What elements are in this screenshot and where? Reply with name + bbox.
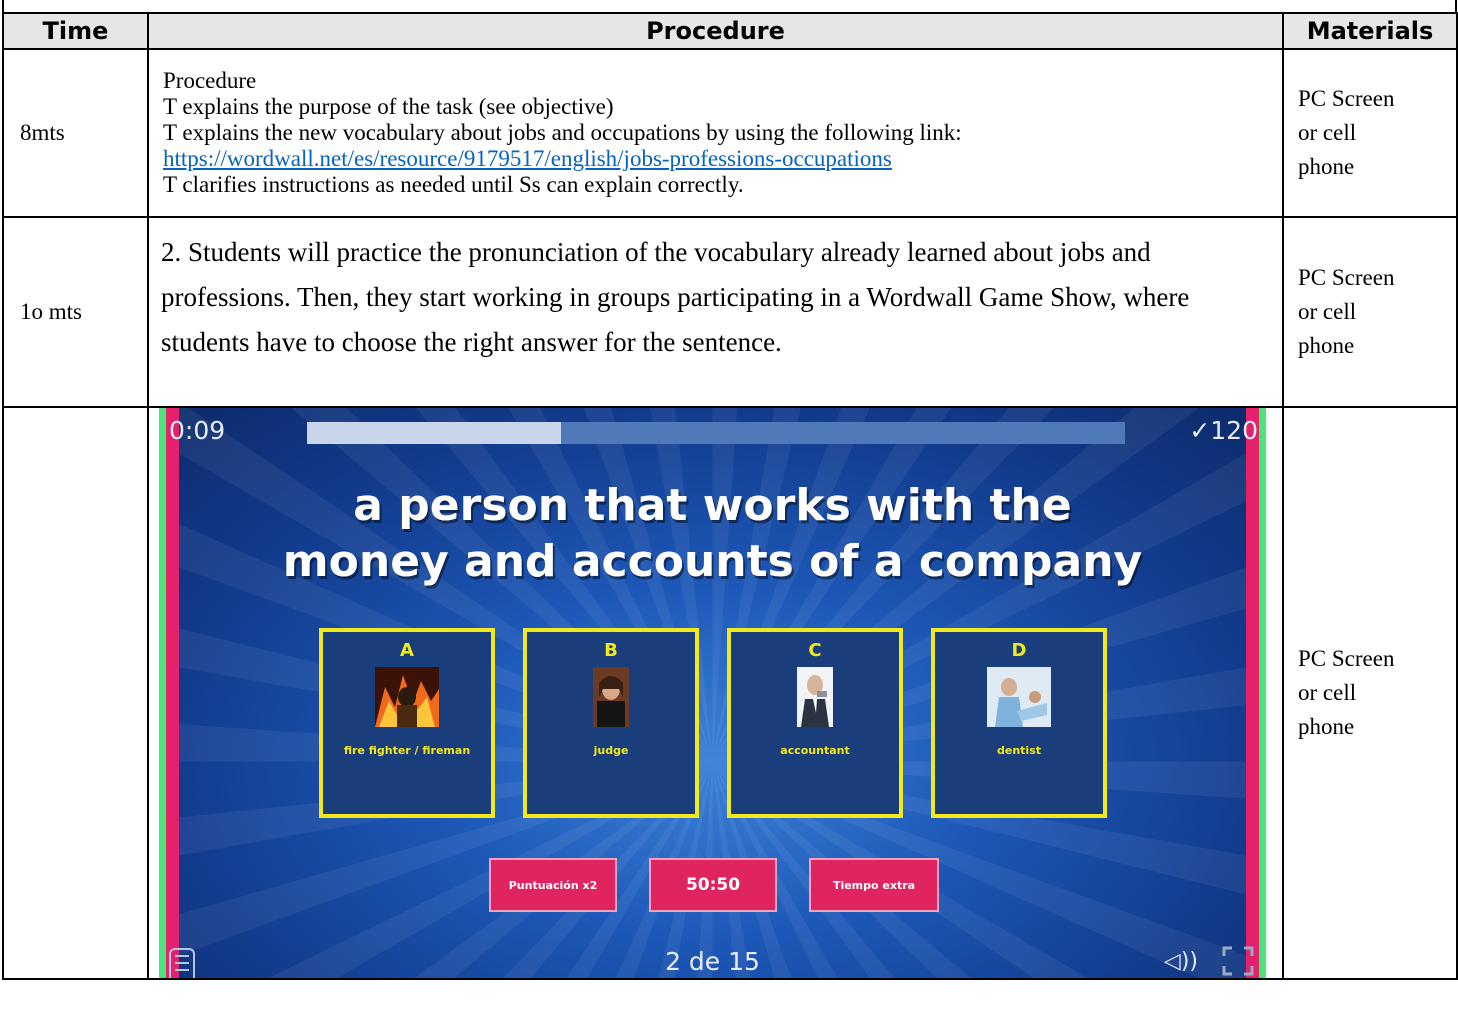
materials-line: PC Screen [1298,646,1395,671]
answer-letter: A [400,640,414,661]
sound-icon[interactable]: ◁)) [1164,949,1198,974]
answer-letter: C [808,640,822,661]
answer-option-d[interactable]: D dentist [931,628,1107,818]
materials-cell: PC Screen or cell phone [1282,48,1458,218]
answer-options: A fire fighter / fireman B judge C accou… [319,628,1109,818]
header-materials: Materials [1282,12,1458,50]
time-cell [2,406,149,980]
header-time: Time [2,12,149,50]
time-progress-fill [307,422,561,444]
answer-label: dentist [997,744,1041,757]
procedure-cell: 2. Students will practice the pronunciat… [147,216,1284,408]
procedure-line: T explains the new vocabulary about jobs… [163,120,962,145]
materials-line: or cell [1298,120,1357,145]
materials-line: PC Screen [1298,86,1395,111]
materials-line: or cell [1298,680,1357,705]
procedure-cell: Procedure T explains the purpose of the … [147,48,1284,218]
game-show-screenshot: 0:09 ✓120 a person that works with the m… [159,408,1266,978]
table-row: 0:09 ✓120 a person that works with the m… [2,406,1458,980]
game-screenshot-cell: 0:09 ✓120 a person that works with the m… [147,406,1284,980]
question-text: a person that works with the money and a… [199,478,1226,590]
answer-option-b[interactable]: B judge [523,628,699,818]
wordwall-link[interactable]: https://wordwall.net/es/resource/9179517… [163,146,892,171]
procedure-line: T clarifies instructions as needed until… [163,172,744,197]
procedure-line: Procedure [163,68,257,93]
dentist-image [987,667,1051,727]
table-row: 1o mts 2. Students will practice the pro… [2,216,1458,408]
answer-option-c[interactable]: C accountant [727,628,903,818]
question-counter: 2 de 15 [665,947,760,976]
materials-line: phone [1298,154,1355,179]
answer-label: judge [593,744,629,757]
materials-line: or cell [1298,299,1357,324]
time-progress-bar [307,422,1125,444]
left-side-bar [159,408,179,978]
procedure-line: T explains the purpose of the task (see … [163,94,614,119]
game-score: ✓120 [1189,416,1258,445]
answer-letter: B [604,640,618,661]
materials-cell: PC Screen or cell phone [1282,216,1458,408]
answer-label: accountant [780,744,850,757]
answer-letter: D [1011,640,1027,661]
time-cell: 8mts [2,48,149,218]
materials-cell: PC Screen or cell phone [1282,406,1458,980]
table-row: 8mts Procedure T explains the purpose of… [2,48,1458,218]
lesson-plan-page: Time Procedure Materials 8mts Procedure … [0,0,1458,1017]
right-side-bar [1246,408,1266,978]
judge-image [593,667,629,727]
header-procedure: Procedure [147,12,1284,50]
header-row: Time Procedure Materials [2,12,1458,50]
question-line: money and accounts of a company [282,536,1143,587]
answer-label: fire fighter / fireman [343,744,471,757]
time-cell: 1o mts [2,216,149,408]
extra-time-button[interactable]: Tiempo extra [809,858,939,912]
materials-line: PC Screen [1298,265,1395,290]
materials-line: phone [1298,333,1355,358]
materials-line: phone [1298,714,1355,739]
answer-option-a[interactable]: A fire fighter / fireman [319,628,495,818]
lesson-table: Time Procedure Materials 8mts Procedure … [2,12,1458,980]
fullscreen-icon[interactable] [1222,946,1254,976]
fifty-fifty-button[interactable]: 50:50 [649,858,777,912]
firefighter-image [375,667,439,727]
game-timer: 0:09 [169,416,226,445]
double-score-button[interactable]: Puntuación x2 [489,858,617,912]
accountant-image [797,667,833,727]
question-line: a person that works with the [353,480,1072,531]
